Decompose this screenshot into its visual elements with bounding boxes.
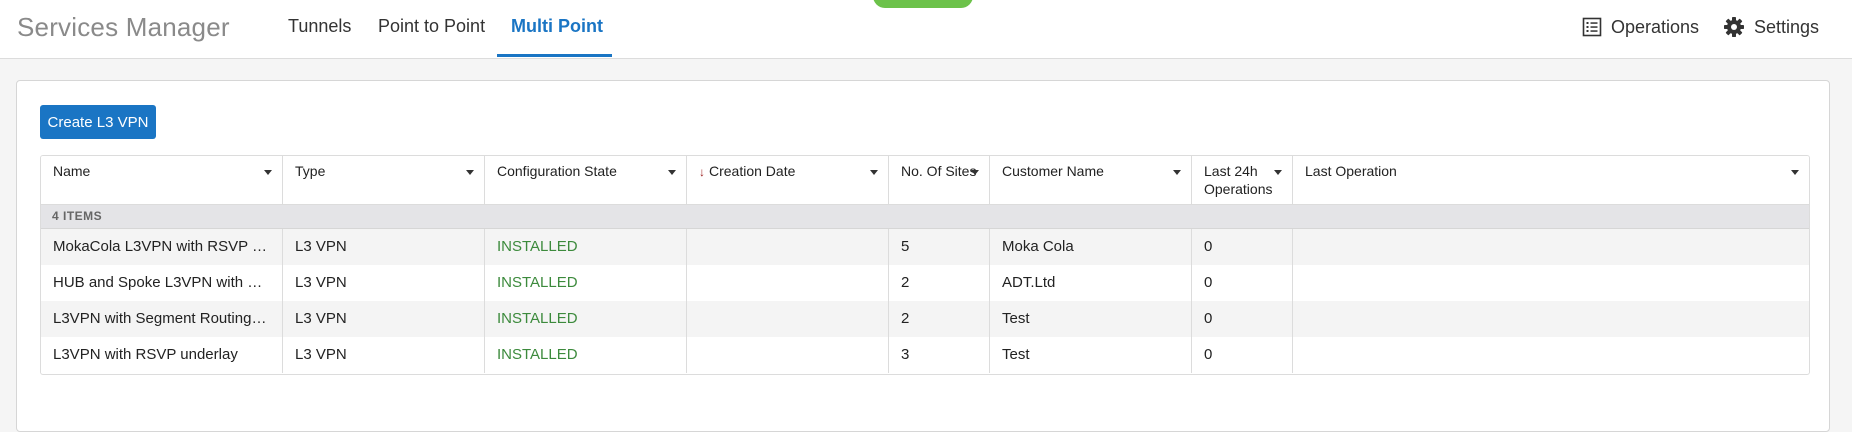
cell-type: L3 VPN — [283, 301, 485, 337]
app-title: Services Manager — [17, 12, 230, 42]
content-panel: Create L3 VPN Name Type Configuration St… — [16, 80, 1830, 432]
cell-customer-name: Moka Cola — [990, 229, 1192, 265]
column-header-configuration-state[interactable]: Configuration State — [485, 156, 687, 204]
cell-no-of-sites: 3 — [889, 337, 990, 373]
column-label: Last Operation — [1305, 163, 1397, 179]
column-header-customer-name[interactable]: Customer Name — [990, 156, 1192, 204]
top-nav-bar: Services Manager Tunnels Point to Point … — [0, 0, 1852, 59]
table-row[interactable]: L3VPN with Segment Routing underlay L3 V… — [41, 301, 1809, 337]
cell-customer-name: ADT.Ltd — [990, 265, 1192, 301]
cell-type: L3 VPN — [283, 229, 485, 265]
operations-label: Operations — [1611, 16, 1700, 37]
dropdown-caret-icon[interactable] — [870, 170, 878, 175]
column-label: Last 24h Operations — [1204, 163, 1273, 197]
sort-descending-icon[interactable]: ↓ — [699, 165, 705, 179]
cell-last-operation — [1293, 301, 1809, 337]
cell-customer-name: Test — [990, 337, 1192, 373]
cell-no-of-sites: 2 — [889, 265, 990, 301]
dropdown-caret-icon[interactable] — [668, 170, 676, 175]
active-tab-indicator — [497, 54, 612, 57]
settings-label: Settings — [1754, 16, 1820, 37]
table-row[interactable]: HUB and Spoke L3VPN with SRTE underlay L… — [41, 265, 1809, 301]
column-label: Creation Date — [709, 163, 796, 179]
cell-type: L3 VPN — [283, 337, 485, 373]
cell-configuration-state: INSTALLED — [485, 265, 687, 301]
table-header: Name Type Configuration State ↓ Creation … — [41, 156, 1809, 205]
cell-creation-date — [687, 337, 889, 373]
column-header-no-of-sites[interactable]: No. Of Sites — [889, 156, 990, 204]
gear-icon — [1724, 17, 1744, 37]
column-header-type[interactable]: Type — [283, 156, 485, 204]
cell-name: HUB and Spoke L3VPN with SRTE underlay — [41, 265, 283, 301]
column-label: Name — [53, 163, 91, 179]
create-l3vpn-button[interactable]: Create L3 VPN — [40, 105, 156, 139]
dropdown-caret-icon[interactable] — [1791, 170, 1799, 175]
cell-no-of-sites: 5 — [889, 229, 990, 265]
cell-customer-name: Test — [990, 301, 1192, 337]
column-header-last-operation[interactable]: Last Operation — [1293, 156, 1809, 204]
column-label: Type — [295, 163, 326, 179]
settings-button[interactable]: Settings — [1723, 14, 1819, 40]
cell-last-24h-operations: 0 — [1192, 229, 1293, 265]
dropdown-caret-icon[interactable] — [1173, 170, 1181, 175]
item-count-label: 4 ITEMS — [52, 209, 103, 223]
column-label: Customer Name — [1002, 163, 1104, 179]
group-row: 4 ITEMS — [41, 205, 1809, 229]
cell-name: MokaCola L3VPN with RSVP underlay — [41, 229, 283, 265]
cell-last-24h-operations: 0 — [1192, 337, 1293, 373]
cell-no-of-sites: 2 — [889, 301, 990, 337]
tab-point-to-point[interactable]: Point to Point — [378, 16, 485, 37]
dropdown-caret-icon[interactable] — [1274, 170, 1282, 175]
column-header-last-24h-operations[interactable]: Last 24h Operations — [1192, 156, 1293, 204]
cell-name: L3VPN with RSVP underlay — [41, 337, 283, 373]
cell-type: L3 VPN — [283, 265, 485, 301]
cell-creation-date — [687, 265, 889, 301]
cell-creation-date — [687, 301, 889, 337]
cell-configuration-state: INSTALLED — [485, 337, 687, 373]
column-header-creation-date[interactable]: ↓ Creation Date — [687, 156, 889, 204]
tab-multi-point[interactable]: Multi Point — [511, 16, 603, 37]
table-row[interactable]: L3VPN with RSVP underlay L3 VPN INSTALLE… — [41, 337, 1809, 373]
cell-name: L3VPN with Segment Routing underlay — [41, 301, 283, 337]
table-row[interactable]: MokaCola L3VPN with RSVP underlay L3 VPN… — [41, 229, 1809, 265]
cell-last-24h-operations: 0 — [1192, 265, 1293, 301]
column-header-name[interactable]: Name — [41, 156, 283, 204]
tab-tunnels[interactable]: Tunnels — [288, 16, 351, 37]
cell-last-operation — [1293, 229, 1809, 265]
dropdown-caret-icon[interactable] — [264, 170, 272, 175]
list-icon — [1582, 17, 1602, 37]
cell-creation-date — [687, 229, 889, 265]
cell-last-24h-operations: 0 — [1192, 301, 1293, 337]
status-pill[interactable] — [873, 0, 973, 8]
cell-last-operation — [1293, 265, 1809, 301]
column-label: Configuration State — [497, 163, 617, 179]
cell-configuration-state: INSTALLED — [485, 229, 687, 265]
cell-last-operation — [1293, 337, 1809, 373]
operations-button[interactable]: Operations — [1582, 14, 1699, 40]
dropdown-caret-icon[interactable] — [971, 170, 979, 175]
column-label: No. Of Sites — [901, 163, 977, 179]
dropdown-caret-icon[interactable] — [466, 170, 474, 175]
cell-configuration-state: INSTALLED — [485, 301, 687, 337]
services-table: Name Type Configuration State ↓ Creation … — [40, 155, 1810, 375]
